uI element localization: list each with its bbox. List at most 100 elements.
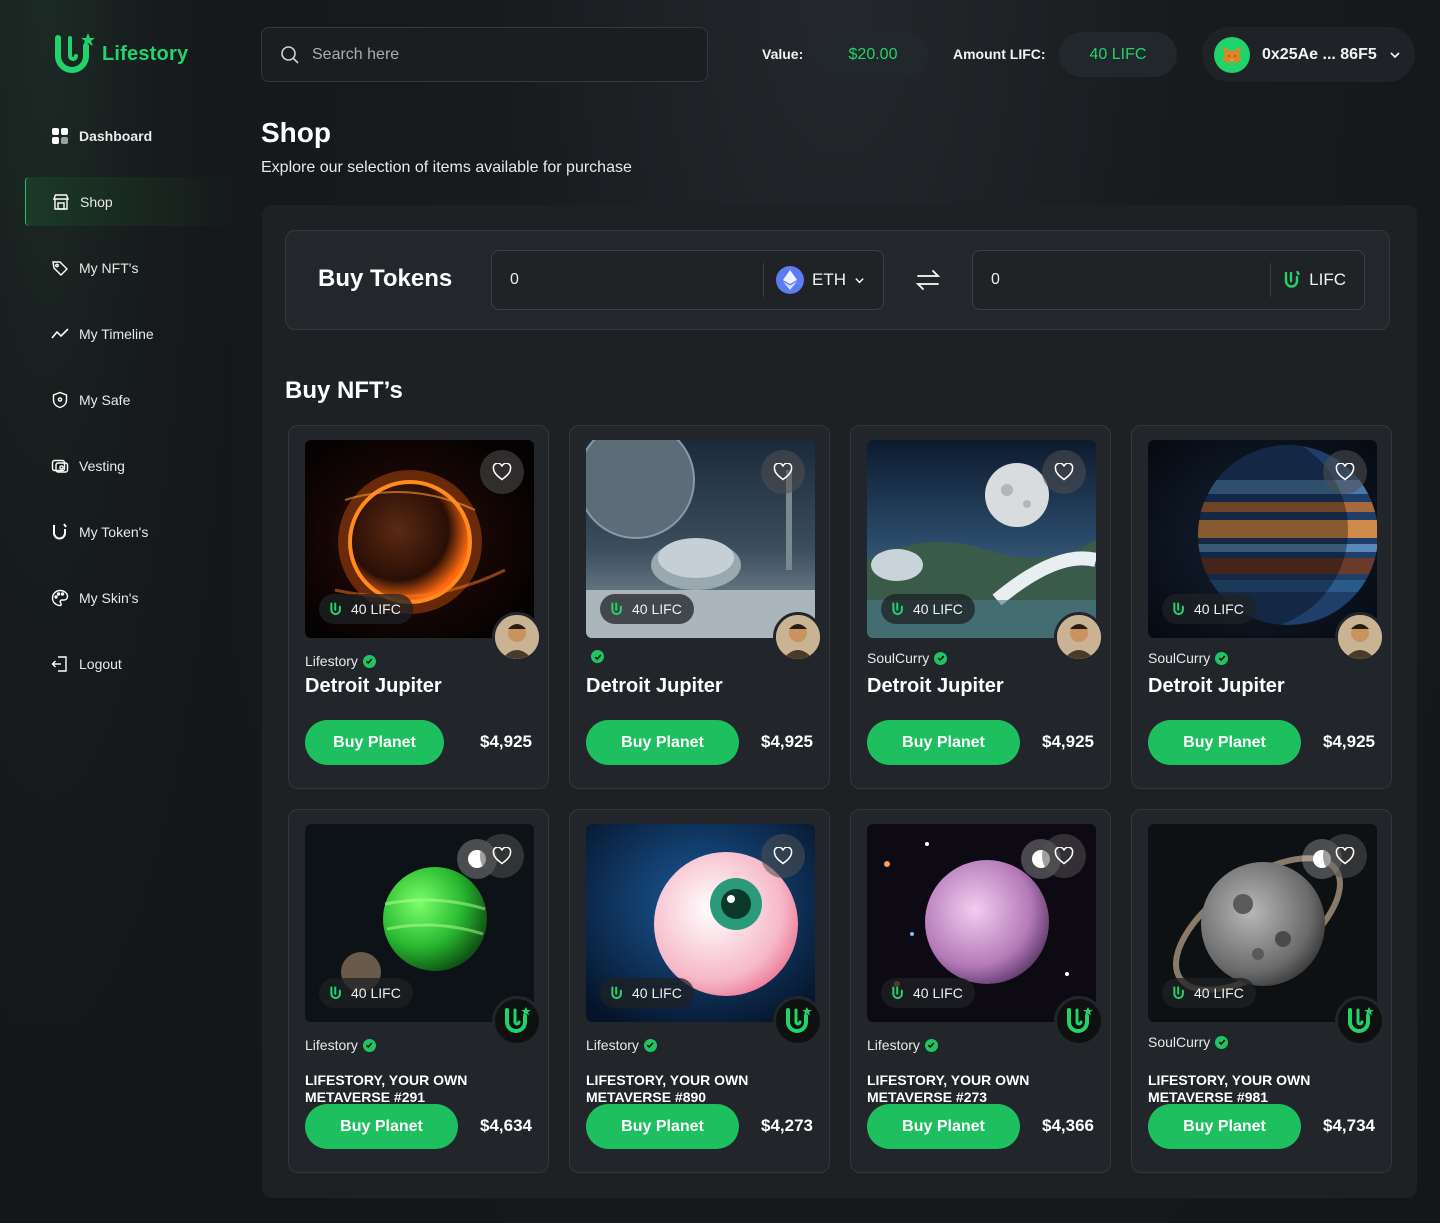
nft-image[interactable]: 40 LIFC (1148, 824, 1377, 1022)
favorite-heart-icon[interactable] (480, 834, 524, 878)
buy-planet-button[interactable]: Buy Planet (1148, 720, 1301, 765)
search-bar[interactable] (261, 27, 708, 82)
nft-price: $4,925 (1042, 732, 1094, 751)
tag-icon (52, 260, 68, 276)
sidebar-nav: Dashboard Shop My NFT's My Timeline My S… (25, 111, 236, 705)
creator-row: Lifestory (305, 653, 376, 669)
nft-image[interactable]: 40 LIFC (586, 824, 815, 1022)
sidebar-item-label: Logout (79, 655, 122, 672)
sidebar-item-logout[interactable]: Logout (25, 639, 236, 688)
sidebar-item-my-tokens[interactable]: My Token's (25, 507, 236, 556)
favorite-heart-icon[interactable] (1042, 834, 1086, 878)
lifc-amount-field: LIFC (972, 250, 1365, 310)
creator-row (586, 650, 604, 663)
swap-arrows-icon[interactable] (915, 268, 941, 292)
nft-price: $4,734 (1323, 1116, 1375, 1135)
grid-icon (52, 127, 68, 144)
nft-image[interactable]: 40 LIFC (305, 440, 534, 638)
eth-token-select[interactable]: ETH (764, 266, 883, 294)
creator-logo-avatar[interactable] (1335, 996, 1385, 1046)
creator-name: SoulCurry (1148, 650, 1211, 666)
creator-avatar[interactable] (1335, 612, 1385, 662)
sidebar-item-shop[interactable]: Shop (25, 177, 236, 226)
creator-avatar[interactable] (1054, 612, 1104, 662)
buy-planet-button[interactable]: Buy Planet (305, 720, 444, 765)
nft-card[interactable]: 40 LIFC Lifestory Detroit Jupiter Buy Pl… (288, 425, 549, 789)
nft-image[interactable]: 40 LIFC (867, 824, 1096, 1022)
nft-name: Detroit Jupiter (867, 675, 1004, 697)
page-subtitle: Explore our selection of items available… (261, 159, 632, 176)
nft-card[interactable]: 40 LIFC Lifestory LIFESTORY, YOUR OWN ME… (569, 809, 830, 1173)
creator-name: Lifestory (867, 1037, 920, 1053)
favorite-heart-icon[interactable] (761, 450, 805, 494)
sidebar-item-my-skins[interactable]: My Skin's (25, 573, 236, 622)
nft-image[interactable]: 40 LIFC (867, 440, 1096, 638)
search-input[interactable] (312, 45, 672, 64)
amount-lifc-label: Amount LIFC: (953, 46, 1046, 62)
creator-row: SoulCurry (867, 650, 948, 666)
amount-lifc-value: 40 LIFC (1059, 32, 1177, 77)
nft-card[interactable]: 40 LIFC Detroit Jupiter Buy Planet $4,92… (569, 425, 830, 789)
buy-planet-button[interactable]: Buy Planet (305, 1104, 458, 1149)
eth-amount-field: ETH (491, 250, 884, 310)
creator-logo-avatar[interactable] (773, 996, 823, 1046)
nft-card[interactable]: 40 LIFC SoulCurry Detroit Jupiter Buy Pl… (850, 425, 1111, 789)
lifc-icon (1173, 986, 1184, 1000)
sidebar-item-label: My Skin's (79, 589, 139, 606)
sidebar-item-my-timeline[interactable]: My Timeline (25, 309, 236, 358)
lifc-price-tag: 40 LIFC (319, 594, 413, 624)
sidebar-item-vesting[interactable]: Vesting (25, 441, 236, 490)
ethereum-icon (776, 266, 804, 294)
buy-planet-button[interactable]: Buy Planet (586, 720, 739, 765)
lifc-price-tag: 40 LIFC (1162, 978, 1256, 1008)
buy-planet-button[interactable]: Buy Planet (867, 1104, 1020, 1149)
nft-name: LIFESTORY, YOUR OWN METAVERSE #981 (1148, 1072, 1311, 1105)
shield-icon (52, 391, 68, 408)
favorite-heart-icon[interactable] (1323, 450, 1367, 494)
creator-logo-avatar[interactable] (492, 996, 542, 1046)
nft-image[interactable]: 40 LIFC (586, 440, 815, 638)
eth-token-label: ETH (812, 270, 846, 289)
brand-logo[interactable]: Lifestory (52, 32, 188, 76)
favorite-heart-icon[interactable] (761, 834, 805, 878)
sidebar-item-my-nfts[interactable]: My NFT's (25, 243, 236, 292)
search-icon (281, 45, 299, 64)
lifc-token-label-group: LIFC (1271, 270, 1364, 290)
buy-planet-button[interactable]: Buy Planet (1148, 1104, 1301, 1149)
creator-row: Lifestory (867, 1037, 938, 1053)
buy-planet-button[interactable]: Buy Planet (586, 1104, 739, 1149)
favorite-heart-icon[interactable] (1323, 834, 1367, 878)
creator-name: Lifestory (305, 1037, 358, 1053)
creator-avatar[interactable] (773, 612, 823, 662)
creator-row: Lifestory (586, 1037, 657, 1053)
nft-name: Detroit Jupiter (1148, 675, 1285, 697)
nft-image[interactable]: 40 LIFC (1148, 440, 1377, 638)
vesting-icon (51, 459, 69, 473)
store-icon (52, 193, 70, 210)
nft-card[interactable]: 40 LIFC Lifestory LIFESTORY, YOUR OWN ME… (288, 809, 549, 1173)
lifc-price-tag: 40 LIFC (600, 594, 694, 624)
creator-logo-avatar[interactable] (1054, 996, 1104, 1046)
creator-name: Lifestory (305, 653, 358, 669)
creator-name: SoulCurry (1148, 1034, 1211, 1050)
sidebar-item-dashboard[interactable]: Dashboard (25, 111, 236, 160)
buy-planet-button[interactable]: Buy Planet (867, 720, 1020, 765)
lifc-amount-input[interactable] (973, 251, 1271, 309)
favorite-heart-icon[interactable] (1042, 450, 1086, 494)
sidebar: Lifestory Dashboard Shop My NFT's My Tim… (0, 0, 236, 1024)
nft-price: $4,925 (1323, 732, 1375, 751)
nft-card[interactable]: 40 LIFC SoulCurry Detroit Jupiter Buy Pl… (1131, 425, 1392, 789)
value-amount: $20.00 (818, 32, 928, 77)
buy-tokens-title: Buy Tokens (318, 265, 453, 292)
creator-avatar[interactable] (492, 612, 542, 662)
sidebar-item-my-safe[interactable]: My Safe (25, 375, 236, 424)
nft-image[interactable]: 40 LIFC (305, 824, 534, 1022)
lifc-icon (892, 986, 903, 1000)
nft-card[interactable]: 40 LIFC SoulCurry LIFESTORY, YOUR OWN ME… (1131, 809, 1392, 1173)
favorite-heart-icon[interactable] (480, 450, 524, 494)
creator-name: Lifestory (586, 1037, 639, 1053)
lifc-icon (892, 602, 903, 616)
wallet-button[interactable]: 0x25Ae ... 86F5 (1202, 27, 1415, 82)
nft-card[interactable]: 40 LIFC Lifestory LIFESTORY, YOUR OWN ME… (850, 809, 1111, 1173)
eth-amount-input[interactable] (492, 251, 763, 309)
